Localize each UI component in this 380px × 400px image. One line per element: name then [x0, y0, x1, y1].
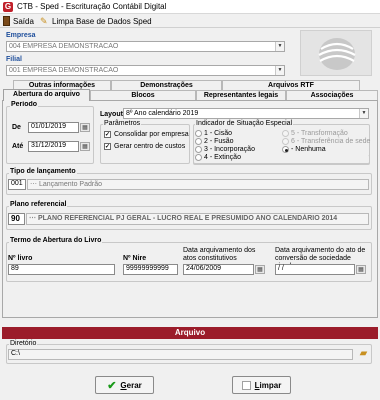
empresa-value: 004 EMPRESA DEMONSTRACAO [9, 43, 119, 50]
limpar-button[interactable]: Limpar [232, 376, 291, 394]
plano-code[interactable]: 90 [8, 213, 25, 225]
data-conversao-input[interactable]: / / [275, 264, 355, 275]
indicador-title: Indicador de Situação Especial [195, 120, 294, 127]
arquivo-section-bar: Arquivo [2, 327, 378, 339]
gerar-label: Gerar [120, 380, 142, 390]
de-date-input[interactable]: 01/01/2019 [28, 122, 79, 133]
sped-logo-icon [318, 38, 356, 70]
window-title: CTB - Sped - Escrituração Contábil Digit… [17, 2, 167, 11]
tipo-lancamento-desc: ⋯ Lançamento Padrão [27, 179, 369, 190]
transformacao-label: 5 - Transformação [291, 130, 348, 137]
de-label: De [12, 124, 21, 131]
plano-referencial-title: Plano referencial [9, 201, 68, 208]
radio-transferencia-sede[interactable] [282, 138, 289, 145]
filial-value: 001 EMPRESA DEMONSTRACAO [9, 67, 119, 74]
filial-label: Filial [6, 56, 22, 63]
layout-label: Layout [100, 111, 123, 118]
check-icon: ✔ [107, 379, 117, 392]
livro-label: Nº livro [8, 255, 33, 262]
radio-extincao[interactable] [195, 154, 202, 161]
folder-open-icon[interactable]: ▰ [357, 348, 370, 360]
exit-label: Saída [13, 16, 34, 26]
termo-title: Termo de Abertura do Livro [9, 237, 103, 244]
chevron-down-icon[interactable]: ▼ [275, 42, 284, 51]
layout-value: 8º Ano calendário 2019 [126, 110, 199, 117]
tab-demonstracoes[interactable]: Demonstrações [111, 80, 222, 90]
clear-database-label: Limpa Base de Dados Sped [52, 16, 152, 26]
radio-nenhuma[interactable] [282, 146, 289, 153]
tab-blocos[interactable]: Blocos [90, 90, 196, 100]
tab-abertura-do-arquivo[interactable]: Abertura do arquivo [3, 89, 90, 101]
calendar-icon[interactable]: ▦ [356, 265, 366, 274]
periodo-group [6, 106, 94, 164]
consolidar-checkbox[interactable]: ✓ [104, 131, 111, 138]
broom-icon: ✎ [40, 16, 48, 26]
exit-door-icon [3, 16, 10, 26]
consolidar-label: Consolidar por empresa [114, 131, 189, 138]
incorporacao-label: 3 - Incorporação [204, 146, 255, 153]
tab-associacoes[interactable]: Associações [286, 90, 378, 100]
gerar-centro-checkbox[interactable]: ✓ [104, 143, 111, 150]
tab-arquivos-rtf[interactable]: Arquivos RTF [222, 80, 360, 90]
data-arquivamento-label: Data arquivamento dos atos constitutivos [183, 247, 256, 262]
ate-label: Até [12, 143, 24, 150]
tipo-lancamento-title: Tipo de lançamento [9, 168, 77, 175]
clear-icon [241, 380, 251, 390]
nire-input[interactable]: 99999999999 [123, 264, 178, 275]
lookup-icon: ⋯ [30, 181, 37, 188]
data-arquivamento-input[interactable]: 24/06/2009 [183, 264, 254, 275]
parametros-title: Parâmetros [103, 120, 142, 127]
livro-input[interactable]: 89 [8, 264, 115, 275]
radio-fusao[interactable] [195, 138, 202, 145]
tipo-lancamento-code[interactable]: 001 [8, 179, 26, 190]
plano-desc: ⋯ PLANO REFERENCIAL PJ GERAL - LUCRO REA… [26, 213, 369, 225]
empresa-select[interactable]: 004 EMPRESA DEMONSTRACAO ▼ [6, 41, 285, 52]
diretorio-input[interactable]: C:\ [8, 349, 353, 360]
cisao-label: 1 - Cisão [204, 130, 233, 137]
gerar-button[interactable]: ✔ Gerar [95, 376, 154, 394]
layout-select[interactable]: 8º Ano calendário 2019 ▼ [123, 108, 369, 119]
tab-representantes-legais[interactable]: Representantes legais [196, 90, 286, 100]
radio-cisao[interactable] [195, 130, 202, 137]
fusao-label: 2 - Fusão [204, 138, 234, 145]
empresa-label: Empresa [6, 32, 36, 39]
calendar-icon[interactable]: ▦ [255, 265, 265, 274]
radio-incorporacao[interactable] [195, 146, 202, 153]
calendar-icon[interactable]: ▦ [80, 123, 90, 132]
ate-date-input[interactable]: 31/12/2019 [28, 141, 79, 152]
sped-logo [300, 30, 372, 76]
periodo-title: Período [10, 101, 39, 108]
clear-database-button[interactable]: ✎ Limpa Base de Dados Sped [40, 15, 152, 27]
extincao-label: 4 - Extinção [204, 154, 241, 161]
toolbar: Saída ✎ Limpa Base de Dados Sped [0, 14, 380, 28]
calendar-icon[interactable]: ▦ [80, 142, 90, 151]
nire-label: Nº Nire [123, 255, 147, 262]
lookup-icon: ⋯ [29, 215, 36, 222]
nenhuma-label: - Nenhuma [291, 146, 326, 153]
chevron-down-icon[interactable]: ▼ [275, 66, 284, 75]
tipo-lancamento-desc-text: Lançamento Padrão [38, 181, 102, 188]
exit-button[interactable]: Saída [3, 15, 34, 27]
filial-select[interactable]: 001 EMPRESA DEMONSTRACAO ▼ [6, 65, 285, 76]
chevron-down-icon[interactable]: ▼ [359, 109, 368, 118]
gerar-centro-label: Gerar centro de custos [114, 143, 186, 150]
title-bar: G CTB - Sped - Escrituração Contábil Dig… [0, 0, 380, 14]
transferencia-sede-label: 6 - Transferência de sede [291, 138, 371, 145]
limpar-label: Limpar [254, 380, 282, 390]
diretorio-label: Diretório [9, 340, 38, 347]
radio-transformacao[interactable] [282, 130, 289, 137]
app-logo-icon: G [3, 2, 13, 12]
plano-desc-text: PLANO REFERENCIAL PJ GERAL - LUCRO REAL … [37, 215, 338, 222]
